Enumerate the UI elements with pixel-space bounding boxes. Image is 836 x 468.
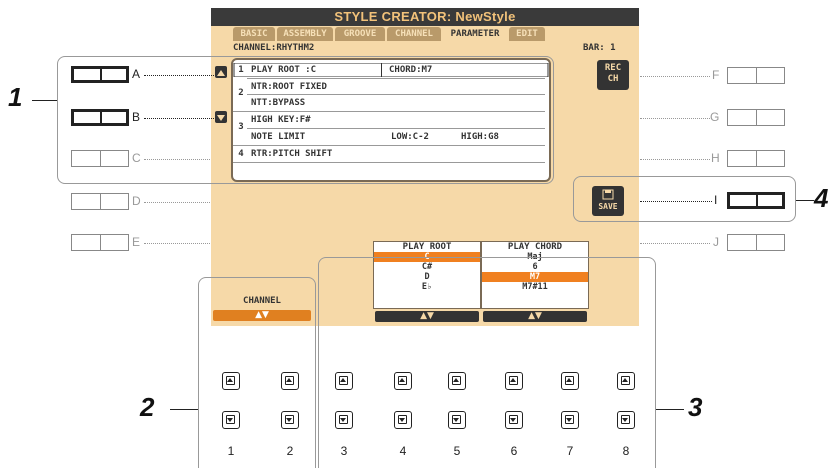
button-number-label: 6: [510, 444, 518, 458]
button-1-down[interactable]: [222, 411, 240, 429]
callout-leader: [796, 200, 814, 201]
callout-leader: [656, 409, 684, 410]
button-f[interactable]: [727, 67, 785, 84]
button-7-up[interactable]: [561, 372, 579, 390]
leader-line: [144, 159, 210, 160]
button-number-label: 4: [399, 444, 407, 458]
button-j[interactable]: [727, 234, 785, 251]
play-chord-title: PLAY CHORD: [507, 242, 563, 252]
button-4-up[interactable]: [394, 372, 412, 390]
up-arrow-icon: [621, 376, 630, 385]
button-i-label: I: [714, 193, 718, 207]
button-4-down[interactable]: [394, 411, 412, 429]
up-arrow-icon: [226, 376, 235, 385]
callout-leader: [32, 100, 57, 101]
callout-4: 4: [814, 183, 829, 213]
leader-line: [640, 201, 712, 202]
button-number-label: 5: [453, 444, 461, 458]
button-j-label: J: [713, 235, 719, 249]
callout-leader: [170, 409, 198, 410]
rec-channel-button[interactable]: REC CH: [597, 60, 629, 90]
down-arrow-icon: [565, 415, 574, 424]
up-arrow-icon: [339, 376, 348, 385]
button-h-label: H: [711, 151, 720, 165]
button-6-up[interactable]: [505, 372, 523, 390]
tab-edit[interactable]: EDIT: [509, 27, 545, 41]
button-5-up[interactable]: [448, 372, 466, 390]
button-f-label: F: [712, 68, 720, 82]
button-3-up[interactable]: [335, 372, 353, 390]
button-c[interactable]: [71, 150, 129, 167]
callout-2: 2: [140, 392, 155, 422]
down-arrow-icon: [398, 415, 407, 424]
button-number-label: 8: [622, 444, 630, 458]
tab-basic[interactable]: BASIC: [233, 27, 275, 41]
button-g-label: G: [710, 110, 720, 124]
button-b[interactable]: [71, 109, 129, 126]
leader-line: [640, 159, 710, 160]
button-a-label: A: [132, 67, 141, 81]
button-c-label: C: [132, 151, 141, 165]
leader-line: [144, 202, 210, 203]
rec-label: REC: [604, 63, 622, 73]
button-d-label: D: [132, 194, 141, 208]
down-arrow-icon: [621, 415, 630, 424]
button-number-label: 2: [286, 444, 294, 458]
button-6-down[interactable]: [505, 411, 523, 429]
tab-channel[interactable]: CHANNEL: [387, 27, 441, 41]
tab-assembly[interactable]: ASSEMBLY: [277, 27, 333, 41]
button-1-up[interactable]: [222, 372, 240, 390]
button-8-up[interactable]: [617, 372, 635, 390]
button-i[interactable]: [727, 192, 785, 209]
callout-3-bracket: [318, 257, 656, 468]
up-arrow-icon: [398, 376, 407, 385]
callout-3: 3: [688, 392, 703, 422]
up-arrow-icon: [285, 376, 294, 385]
up-arrow-icon: [509, 376, 518, 385]
leader-line: [144, 118, 214, 119]
leader-line: [640, 118, 710, 119]
button-8-down[interactable]: [617, 411, 635, 429]
down-arrow-icon: [339, 415, 348, 424]
leader-line: [144, 243, 210, 244]
button-g[interactable]: [727, 109, 785, 126]
button-number-label: 1: [227, 444, 235, 458]
leader-line: [640, 243, 710, 244]
button-h[interactable]: [727, 150, 785, 167]
tab-groove[interactable]: GROOVE: [335, 27, 385, 41]
button-d[interactable]: [71, 193, 129, 210]
button-number-label: 7: [566, 444, 574, 458]
play-root-title: PLAY ROOT: [402, 242, 452, 252]
button-7-down[interactable]: [561, 411, 579, 429]
down-arrow-icon: [285, 415, 294, 424]
callout-1: 1: [8, 82, 23, 112]
button-e-label: E: [132, 235, 141, 249]
up-arrow-icon: [452, 376, 461, 385]
bar-indicator: BAR: 1: [583, 43, 616, 53]
button-2-down[interactable]: [281, 411, 299, 429]
leader-line: [640, 76, 710, 77]
down-arrow-icon: [509, 415, 518, 424]
leader-line: [144, 75, 214, 76]
button-3-down[interactable]: [335, 411, 353, 429]
down-arrow-icon: [226, 415, 235, 424]
button-e[interactable]: [71, 234, 129, 251]
button-number-label: 3: [340, 444, 348, 458]
down-arrow-icon: [452, 415, 461, 424]
channel-indicator: CHANNEL:RHYTHM2: [233, 43, 315, 53]
button-5-down[interactable]: [448, 411, 466, 429]
screen-title: STYLE CREATOR: NewStyle: [211, 8, 639, 26]
up-arrow-icon: [565, 376, 574, 385]
ch-label: CH: [607, 74, 619, 84]
button-a[interactable]: [71, 66, 129, 83]
tab-parameter[interactable]: PARAMETER: [443, 27, 507, 41]
button-2-up[interactable]: [281, 372, 299, 390]
button-b-label: B: [132, 110, 141, 124]
